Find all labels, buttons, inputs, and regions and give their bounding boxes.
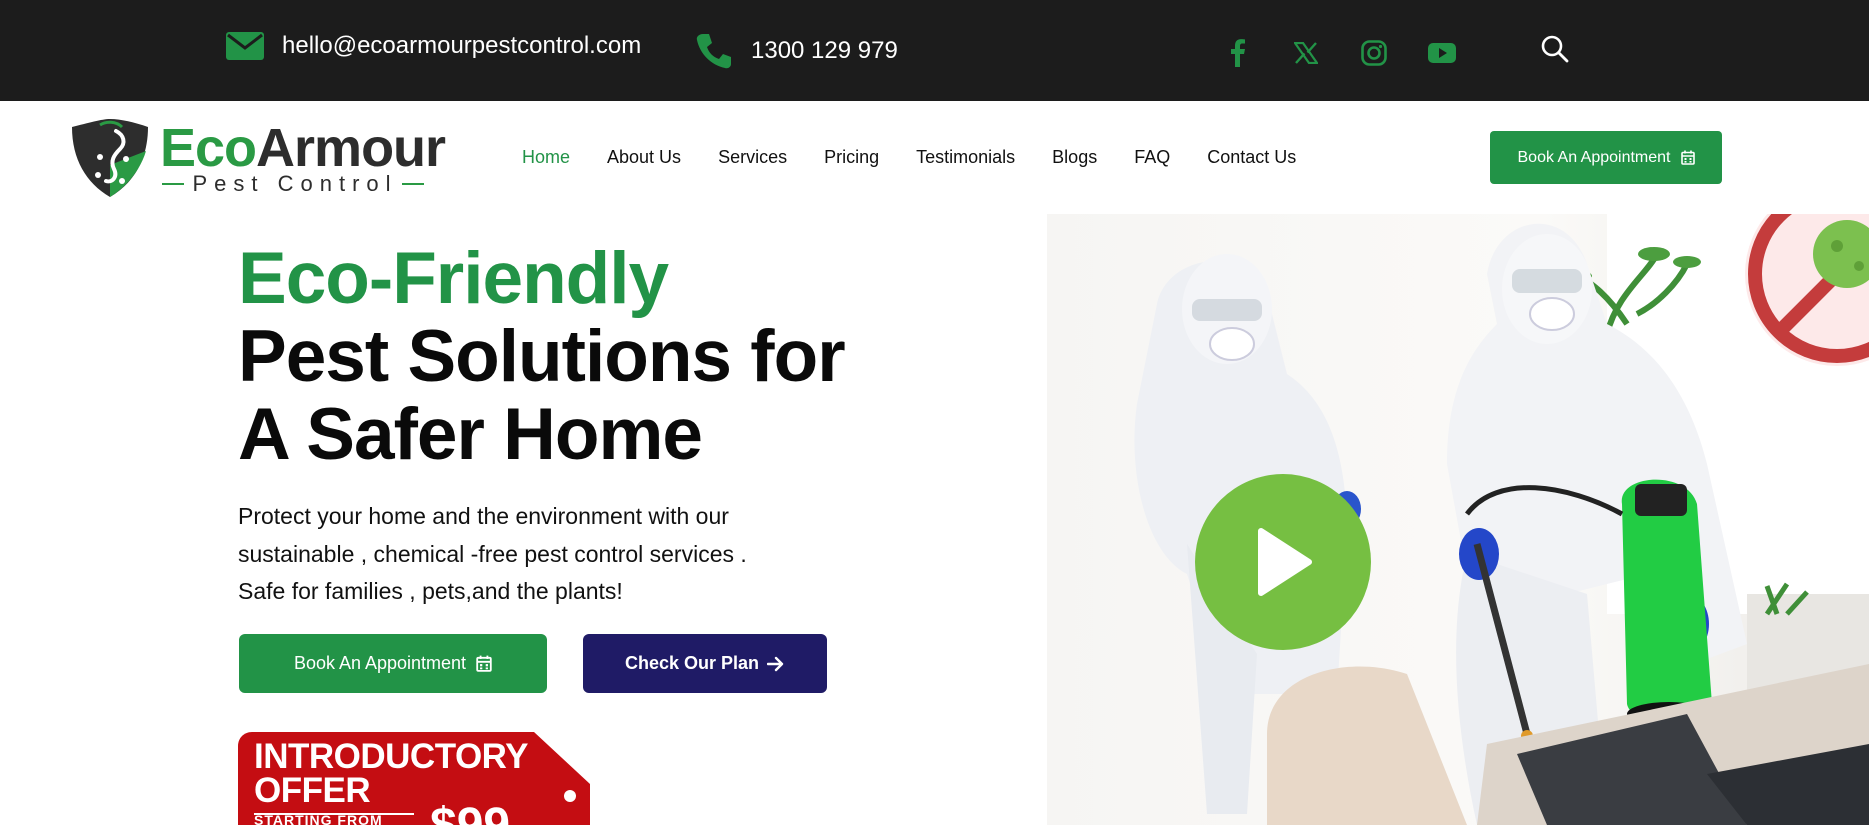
pest-control-workers-illustration xyxy=(1047,214,1869,825)
email-text: hello@ecoarmourpestcontrol.com xyxy=(282,32,642,59)
phone-text: 1300 129 979 xyxy=(751,37,898,64)
instagram-icon[interactable] xyxy=(1359,38,1389,68)
nav-pricing[interactable]: Pricing xyxy=(824,147,879,168)
hero-image xyxy=(1047,214,1869,825)
nav-faq[interactable]: FAQ xyxy=(1134,147,1170,168)
header-book-appointment-button[interactable]: Book An Appointment xyxy=(1490,131,1722,184)
play-video-button[interactable] xyxy=(1195,474,1371,650)
nav-about-us[interactable]: About Us xyxy=(607,147,681,168)
nav-blogs[interactable]: Blogs xyxy=(1052,147,1097,168)
main-nav: Home About Us Services Pricing Testimoni… xyxy=(522,147,1333,168)
arrow-right-icon xyxy=(767,656,784,671)
hero-title: Eco-Friendly Pest Solutions for A Safer … xyxy=(238,238,846,475)
introductory-offer-tag[interactable]: INTRODUCTORYOFFER STARTING FROM $99 xyxy=(238,732,590,825)
check-our-plan-button[interactable]: Check Our Plan xyxy=(583,634,827,693)
offer-starting-from: STARTING FROM xyxy=(254,812,383,825)
logo[interactable]: EcoArmour Pest Control xyxy=(70,119,446,199)
hero-title-line2: Pest Solutions for xyxy=(238,316,846,397)
hero-title-line1: Eco-Friendly xyxy=(238,238,669,319)
search-icon[interactable] xyxy=(1540,34,1572,66)
phone-link[interactable]: 1300 129 979 xyxy=(695,32,898,70)
phone-icon xyxy=(696,34,731,69)
nav-testimonials[interactable]: Testimonials xyxy=(916,147,1015,168)
offer-price: $99 xyxy=(430,798,510,825)
logo-wordmark: EcoArmour xyxy=(160,118,446,178)
nav-home[interactable]: Home xyxy=(522,147,570,168)
shield-gecko-icon xyxy=(72,119,148,197)
calendar-icon xyxy=(1680,150,1695,165)
logo-subtitle: Pest Control xyxy=(162,171,424,197)
hero-title-line3: A Safer Home xyxy=(238,394,703,475)
hero-description: Protect your home and the environment wi… xyxy=(238,503,747,604)
header-book-label: Book An Appointment xyxy=(1517,148,1671,166)
check-plan-label: Check Our Plan xyxy=(624,653,760,673)
play-icon xyxy=(1258,528,1312,596)
youtube-icon[interactable] xyxy=(1427,38,1457,68)
facebook-icon[interactable] xyxy=(1223,38,1253,68)
x-icon[interactable] xyxy=(1291,38,1321,68)
email-link[interactable]: hello@ecoarmourpestcontrol.com xyxy=(226,32,641,60)
main-header: EcoArmour Pest Control Home About Us Ser… xyxy=(0,101,1869,214)
hero-book-appointment-button[interactable]: Book An Appointment xyxy=(239,634,547,693)
nav-contact-us[interactable]: Contact Us xyxy=(1207,147,1296,168)
hero-book-label: Book An Appointment xyxy=(293,653,467,673)
top-bar: hello@ecoarmourpestcontrol.com 1300 129 … xyxy=(0,0,1869,101)
calendar-icon xyxy=(476,655,492,672)
envelope-icon xyxy=(226,32,264,60)
nav-services[interactable]: Services xyxy=(718,147,787,168)
